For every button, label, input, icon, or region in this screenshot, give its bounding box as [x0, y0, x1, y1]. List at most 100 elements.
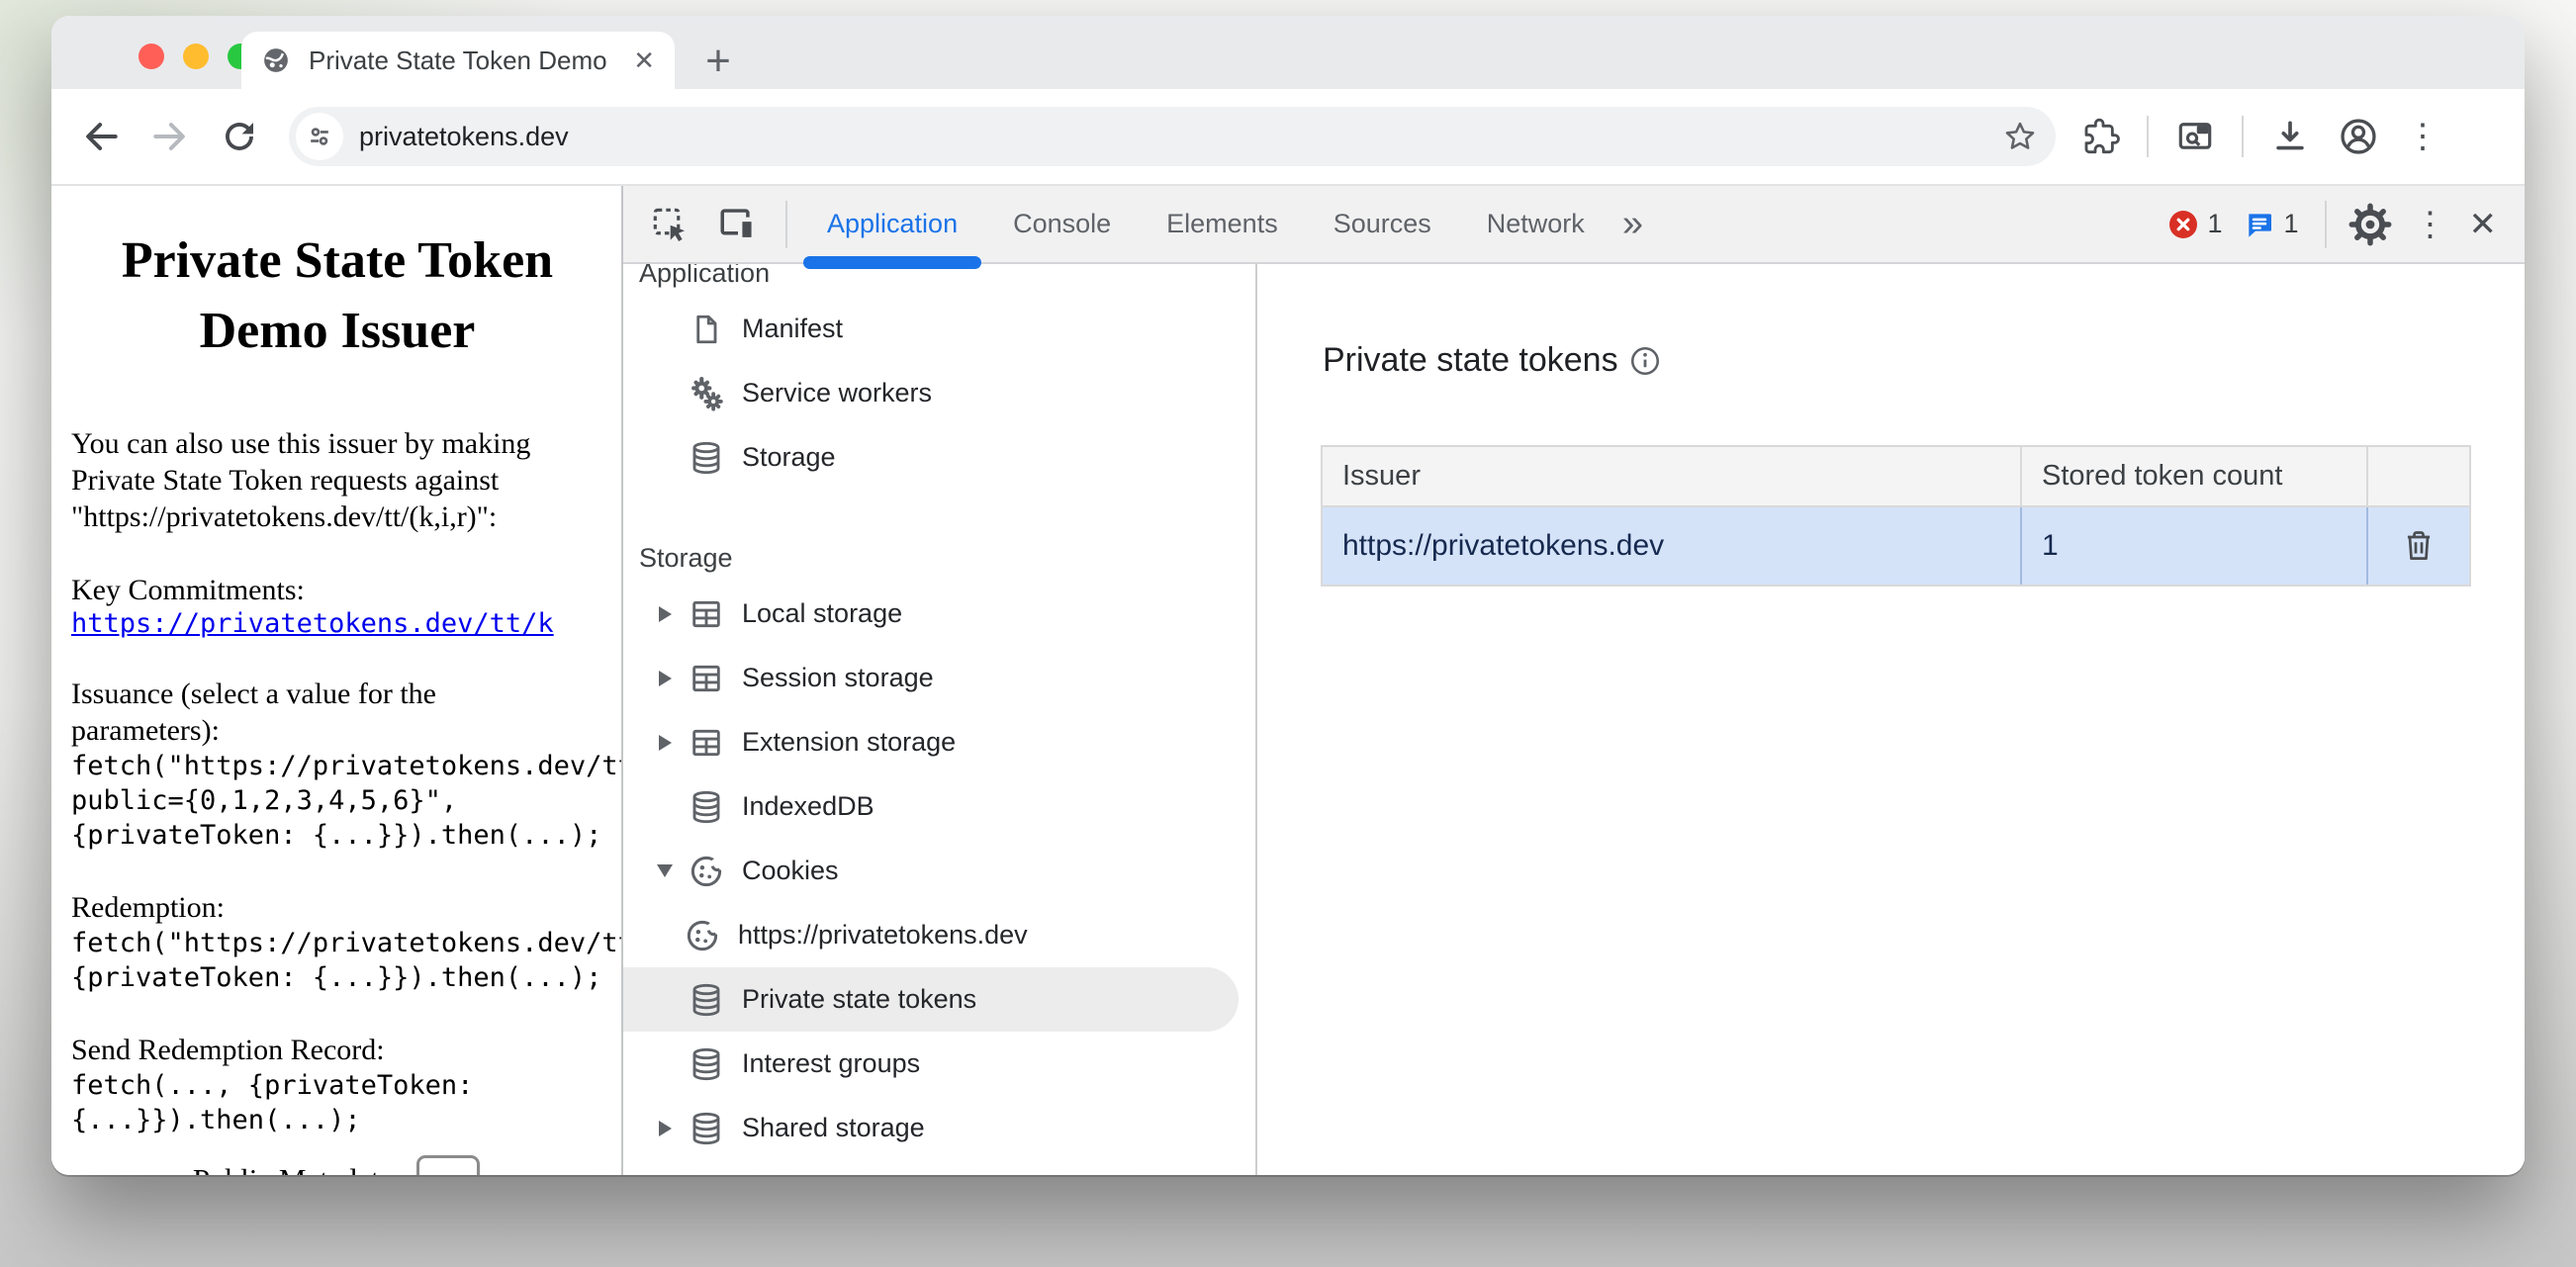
sidebar-item-interest-groups[interactable]: Interest groups	[623, 1032, 1255, 1096]
tab-elements[interactable]: Elements	[1139, 186, 1306, 262]
chevron-right-icon[interactable]	[643, 1121, 687, 1136]
tab-strip: Private State Token Demo ✕ +	[51, 16, 2525, 89]
service-workers-icon	[687, 374, 726, 413]
bookmark-star-icon[interactable]	[2002, 119, 2038, 154]
devtools-close-icon[interactable]: ✕	[2469, 205, 2498, 244]
error-badge[interactable]: 1	[2167, 209, 2222, 240]
devtools-toolbar-divider	[785, 201, 787, 248]
extensions-icon[interactable]	[2081, 117, 2121, 156]
back-button[interactable]	[73, 109, 129, 164]
devtools-tabs: Application Console Elements Sources Net…	[799, 186, 1643, 262]
database-icon	[687, 980, 726, 1020]
browser-toolbar: privatetokens.dev ⋮	[51, 89, 2525, 186]
tab-network[interactable]: Network	[1459, 186, 1612, 262]
application-sidebar: Application Manifest	[623, 264, 1257, 1175]
toolbar-divider	[2147, 116, 2149, 157]
delete-token-button[interactable]	[2368, 507, 2469, 585]
column-header-actions	[2368, 447, 2469, 505]
intro-paragraph: You can also use this issuer by making P…	[71, 425, 603, 535]
column-header-issuer[interactable]: Issuer	[1323, 447, 2022, 505]
info-icon[interactable]	[1628, 344, 1662, 378]
sidebar-item-private-state-tokens[interactable]: Private state tokens	[623, 967, 1239, 1032]
chevron-down-icon[interactable]	[643, 864, 687, 877]
sidebar-item-extension-storage[interactable]: Extension storage	[623, 710, 1255, 774]
url-text[interactable]: privatetokens.dev	[359, 122, 2002, 152]
devtools-menu-icon[interactable]: ⋮	[2414, 208, 2447, 241]
database-icon	[687, 1044, 726, 1084]
side-panel-search-icon[interactable]	[2174, 116, 2216, 157]
table-icon	[687, 723, 726, 763]
traffic-lights	[138, 44, 253, 69]
sidebar-item-session-storage[interactable]: Session storage	[623, 646, 1255, 710]
site-settings-icon[interactable]	[296, 113, 343, 160]
address-bar[interactable]: privatetokens.dev	[289, 107, 2056, 166]
browser-menu-icon[interactable]: ⋮	[2406, 120, 2439, 153]
section-storage: Storage	[623, 533, 1255, 582]
public-metadata-label: Public Metadata	[193, 1161, 393, 1175]
devtools-toolbar-divider	[2325, 201, 2327, 248]
srr-section: Send Redemption Record: fetch(..., {priv…	[71, 1032, 603, 1137]
redemption-section: Redemption: fetch("https://privatetokens…	[71, 889, 603, 995]
database-icon	[687, 438, 726, 478]
panel-title: Private state tokens	[1323, 341, 1662, 380]
sidebar-item-cookie-origin[interactable]: https://privatetokens.dev	[623, 903, 1255, 967]
key-commitments-link[interactable]: https://privatetokens.dev/tt/k	[71, 608, 554, 639]
web-page: Private State Token Demo Issuer You can …	[51, 186, 621, 1175]
issuance-section: Issuance (select a value for the paramet…	[71, 676, 603, 853]
tab-console[interactable]: Console	[985, 186, 1139, 262]
table-header-row: Issuer Stored token count	[1323, 447, 2469, 507]
new-tab-button[interactable]: +	[692, 36, 744, 87]
tab-title: Private State Token Demo	[309, 45, 625, 76]
reload-button[interactable]	[212, 109, 267, 164]
database-icon	[687, 787, 726, 827]
error-badge-icon	[2167, 209, 2199, 240]
sidebar-item-shared-storage[interactable]: Shared storage	[623, 1096, 1255, 1160]
tokens-table: Issuer Stored token count https://privat…	[1321, 445, 2471, 587]
browser-window: Private State Token Demo ✕ + privatetoke…	[51, 16, 2525, 1175]
trash-icon	[2401, 528, 2437, 564]
table-icon	[687, 594, 726, 634]
inspect-element-icon[interactable]	[649, 204, 690, 245]
profile-icon[interactable]	[2337, 115, 2380, 158]
globe-favicon-icon	[261, 45, 291, 75]
browser-tab[interactable]: Private State Token Demo ✕	[241, 32, 675, 89]
public-metadata-select[interactable]	[416, 1155, 480, 1175]
sidebar-item-indexeddb[interactable]: IndexedDB	[623, 774, 1255, 839]
device-toolbar-icon[interactable]	[716, 203, 760, 246]
sidebar-item-storage[interactable]: Storage	[623, 425, 1255, 490]
column-header-stored-token-count[interactable]: Stored token count	[2022, 447, 2368, 505]
tab-sources[interactable]: Sources	[1306, 186, 1459, 262]
toolbar-divider	[2242, 116, 2244, 157]
issues-badge[interactable]: 1	[2244, 209, 2298, 240]
tab-application[interactable]: Application	[799, 186, 985, 262]
download-icon[interactable]	[2269, 116, 2311, 157]
token-count-cell[interactable]: 1	[2022, 507, 2368, 585]
chevron-right-icon[interactable]	[643, 735, 687, 751]
table-row[interactable]: https://privatetokens.dev 1	[1323, 507, 2469, 585]
sidebar-item-manifest[interactable]: Manifest	[623, 297, 1255, 361]
chevron-right-icon[interactable]	[643, 606, 687, 622]
forward-button[interactable]	[142, 109, 198, 164]
table-icon	[687, 659, 726, 698]
minimize-window-button[interactable]	[183, 44, 209, 69]
private-state-tokens-panel: Private state tokens Issuer Stored token…	[1257, 264, 2525, 1175]
issuer-cell[interactable]: https://privatetokens.dev	[1323, 507, 2022, 585]
chevron-right-icon[interactable]	[643, 671, 687, 686]
public-metadata-row: Public Metadata	[51, 1161, 621, 1175]
sidebar-item-service-workers[interactable]: Service workers	[623, 361, 1255, 425]
key-commitments: Key Commitments: https://privatetokens.d…	[71, 572, 603, 639]
document-icon	[687, 310, 726, 349]
devtools-panel: Application Console Elements Sources Net…	[621, 186, 2525, 1175]
issues-icon	[2244, 209, 2275, 240]
page-title: Private State Token Demo Issuer	[77, 226, 598, 366]
cookie-icon	[687, 852, 726, 891]
close-window-button[interactable]	[138, 44, 164, 69]
more-tabs-icon[interactable]: »	[1622, 203, 1643, 245]
database-icon	[687, 1109, 726, 1148]
sidebar-item-cookies[interactable]: Cookies	[623, 839, 1255, 903]
cookie-icon	[683, 916, 722, 955]
tab-close-icon[interactable]: ✕	[633, 45, 655, 76]
sidebar-item-local-storage[interactable]: Local storage	[623, 582, 1255, 646]
settings-gear-icon[interactable]	[2348, 203, 2392, 246]
devtools-toolbar: Application Console Elements Sources Net…	[623, 186, 2525, 264]
